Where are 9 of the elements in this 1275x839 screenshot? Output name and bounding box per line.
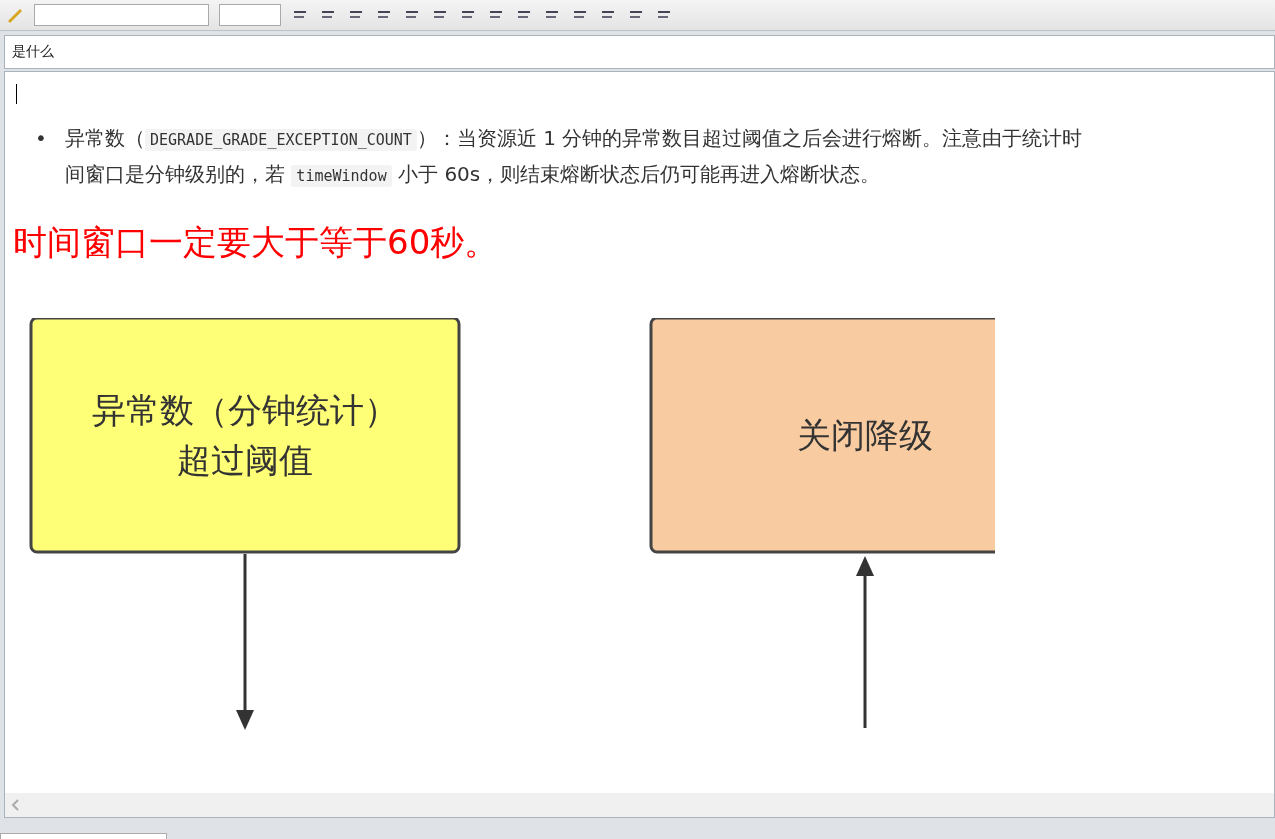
text-cursor xyxy=(16,84,17,104)
horizontal-scrollbar[interactable] xyxy=(5,793,1274,817)
bullet-marker: • xyxy=(35,125,48,152)
highlight-note: 时间窗口一定要大于等于60秒。 xyxy=(13,221,500,264)
flow-box-label: 异常数（分钟统计） 超过阈值 xyxy=(92,390,398,480)
flow-box-label: 关闭降级 xyxy=(797,415,933,455)
title-field[interactable]: 是什么 xyxy=(4,35,1275,69)
editor-area[interactable]: • 异常数（ DEGRADE_GRADE_EXCEPTION_COUNT ）：当资源近 1 分钟的异常数目超过阈值之后会进行熔断。注意由于统计时间窗口是分钟级别的，若 timeWindow 小于 60s，则结束熔断状态后仍可能再进入熔断状态。 时间窗口一定要大于等于60秒。 异常数（分钟统计） 超过阈值 关闭降级 xyxy=(4,71,1275,818)
bullet-paragraph: 异常数（ DEGRADE_GRADE_EXCEPTION_COUNT ）：当资源近 1 分钟的异常数目超过阈值之后会进行熔断。注意由于统计时间窗口是分钟级别的，若 timeWindow 小于 60s，则结束熔断状态后仍可能再进入熔断状态。 xyxy=(65,125,1084,189)
